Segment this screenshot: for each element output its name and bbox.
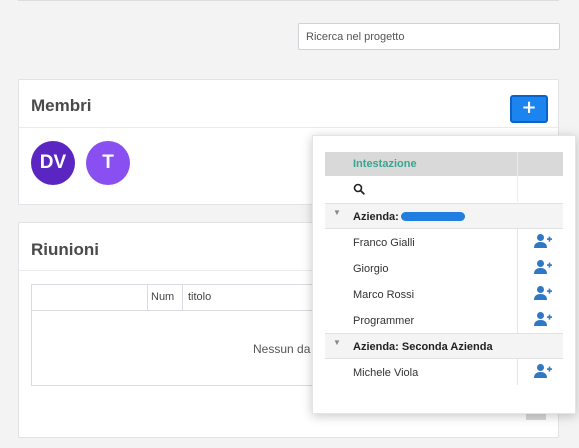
meetings-title: Riunioni: [31, 240, 99, 259]
group-row-azienda[interactable]: ▼ Azienda:: [325, 203, 563, 229]
column-divider: [517, 255, 518, 281]
list-item[interactable]: Marco Rossi: [325, 281, 563, 307]
caret-down-icon[interactable]: ▼: [333, 208, 341, 217]
column-divider: [517, 176, 518, 202]
search-icon: [353, 183, 365, 195]
add-member-button[interactable]: +: [510, 95, 548, 123]
member-name: Marco Rossi: [353, 289, 415, 301]
column-divider: [517, 152, 518, 176]
column-divider: [517, 229, 518, 255]
member-name: Michele Viola: [353, 367, 419, 379]
user-plus-icon[interactable]: [534, 233, 552, 249]
picker-header: Intestazione: [325, 152, 563, 176]
empty-table-message: Nessun da: [253, 342, 311, 356]
member-picker-dropdown: Intestazione ▼ Azienda: Franco Gialli Gi…: [312, 135, 576, 414]
user-plus-icon[interactable]: [534, 363, 552, 379]
column-header-titolo[interactable]: titolo: [188, 285, 211, 310]
member-name: Franco Gialli: [353, 237, 415, 249]
user-plus-icon[interactable]: [534, 311, 552, 327]
column-divider: [517, 359, 518, 385]
member-name: Giorgio: [353, 263, 389, 275]
group-row-seconda-azienda[interactable]: ▼ Azienda: Seconda Azienda: [325, 333, 563, 359]
user-plus-icon[interactable]: [534, 259, 552, 275]
avatar[interactable]: DV: [31, 141, 75, 185]
picker-filter-row[interactable]: [325, 176, 563, 202]
column-divider: [517, 307, 518, 333]
top-divider: [18, 0, 559, 1]
members-title: Membri: [31, 96, 92, 115]
picker-header-label[interactable]: Intestazione: [353, 158, 417, 170]
group-label: Azienda:: [353, 211, 465, 223]
column-divider: [517, 281, 518, 307]
scrollbar-stub[interactable]: [526, 414, 546, 420]
member-name: Programmer: [353, 315, 415, 327]
caret-down-icon[interactable]: ▼: [333, 338, 341, 347]
column-header-num[interactable]: Num: [149, 285, 183, 310]
avatar[interactable]: T: [86, 141, 130, 185]
list-item[interactable]: Giorgio: [325, 255, 563, 281]
redacted-company-name: [400, 212, 465, 221]
column-header-blank[interactable]: [32, 285, 148, 310]
group-label: Azienda: Seconda Azienda: [353, 341, 493, 353]
list-item[interactable]: Franco Gialli: [325, 229, 563, 255]
list-item[interactable]: Michele Viola: [325, 359, 563, 385]
card-divider: [19, 127, 558, 128]
project-search-input[interactable]: [298, 23, 560, 50]
list-item[interactable]: Programmer: [325, 307, 563, 333]
user-plus-icon[interactable]: [534, 285, 552, 301]
